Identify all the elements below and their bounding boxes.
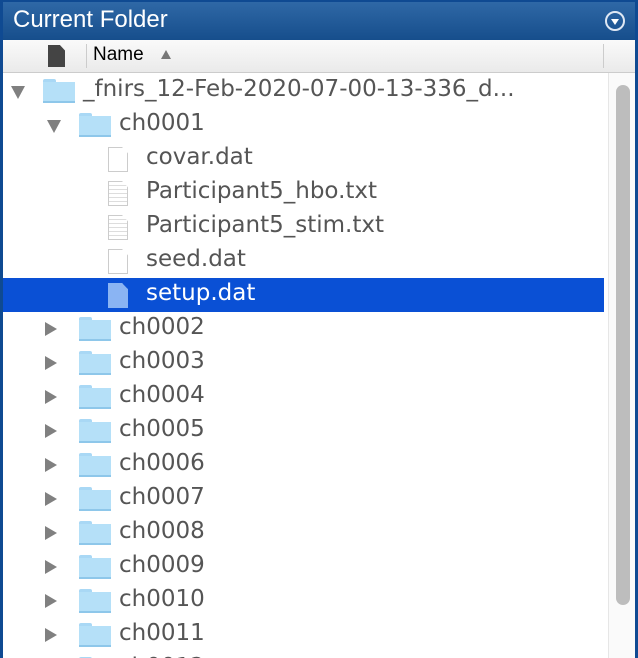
file-row[interactable]: Participant5_hbo.txt: [3, 176, 604, 210]
item-name: ch0010: [119, 586, 205, 612]
item-name: covar.dat: [146, 144, 253, 170]
item-name: ch0005: [119, 416, 205, 442]
folder-row[interactable]: _fnirs_12-Feb-2020-07-00-13-336_d...: [3, 74, 604, 108]
collapsed-arrow-icon[interactable]: [45, 424, 57, 438]
panel-title: Current Folder: [13, 6, 168, 33]
item-name: seed.dat: [146, 246, 246, 272]
folder-icon: [79, 521, 111, 545]
collapsed-arrow-icon[interactable]: [45, 526, 57, 540]
file-tree: ch0012 ch0011 ch0010 ch0009 ch0008 ch0007 ch00…: [3, 73, 635, 658]
text-file-icon: [108, 181, 128, 206]
collapsed-arrow-icon[interactable]: [45, 628, 57, 642]
item-name: ch0008: [119, 518, 205, 544]
collapsed-arrow-icon[interactable]: [45, 594, 57, 608]
sort-ascending-icon: [161, 50, 171, 59]
item-name: ch0004: [119, 382, 205, 408]
folder-row[interactable]: ch0009: [3, 550, 604, 584]
file-row[interactable]: seed.dat: [3, 244, 604, 278]
folder-row[interactable]: ch0002: [3, 312, 604, 346]
expanded-arrow-icon[interactable]: [47, 120, 61, 133]
expanded-arrow-icon[interactable]: [11, 86, 25, 99]
vertical-scrollbar[interactable]: [608, 73, 635, 658]
item-name: ch0003: [119, 348, 205, 374]
item-name: ch0012: [119, 654, 205, 658]
item-name: ch0002: [119, 314, 205, 340]
file-icon: [108, 283, 128, 308]
item-name: Participant5_stim.txt: [146, 212, 385, 238]
item-name: ch0001: [119, 110, 205, 136]
scrollbar-thumb[interactable]: [616, 85, 630, 605]
file-row[interactable]: Participant5_stim.txt: [3, 210, 604, 244]
collapsed-arrow-icon[interactable]: [45, 458, 57, 472]
folder-row[interactable]: ch0006: [3, 448, 604, 482]
folder-icon: [79, 487, 111, 511]
item-name: ch0011: [119, 620, 205, 646]
folder-row[interactable]: ch0012: [3, 652, 604, 658]
folder-icon: [79, 385, 111, 409]
folder-row[interactable]: ch0004: [3, 380, 604, 414]
folder-icon: [79, 555, 111, 579]
text-file-icon: [108, 215, 128, 240]
folder-row[interactable]: ch0011: [3, 618, 604, 652]
folder-icon: [79, 317, 111, 341]
folder-icon: [79, 351, 111, 375]
collapsed-arrow-icon[interactable]: [45, 560, 57, 574]
file-type-column-icon[interactable]: [48, 45, 65, 67]
name-column-header[interactable]: Name: [93, 44, 144, 66]
current-folder-panel: Current Folder Name ch0012ch0011ch0010ch…: [0, 0, 638, 658]
item-name: Participant5_hbo.txt: [146, 178, 378, 204]
item-name: ch0009: [119, 552, 205, 578]
folder-icon: [79, 453, 111, 477]
column-divider[interactable]: [86, 44, 87, 68]
folder-icon: [79, 113, 111, 137]
item-name: ch0007: [119, 484, 205, 510]
column-divider[interactable]: [603, 44, 604, 68]
collapsed-arrow-icon[interactable]: [45, 390, 57, 404]
folder-row[interactable]: ch0007: [3, 482, 604, 516]
item-name: _fnirs_12-Feb-2020-07-00-13-336_d...: [83, 76, 515, 102]
folder-row[interactable]: ch0005: [3, 414, 604, 448]
folder-row[interactable]: ch0010: [3, 584, 604, 618]
collapsed-arrow-icon[interactable]: [45, 492, 57, 506]
folder-row[interactable]: ch0008: [3, 516, 604, 550]
folder-icon: [79, 419, 111, 443]
column-header: Name: [3, 40, 635, 73]
file-row[interactable]: setup.dat: [3, 278, 604, 312]
panel-titlebar: Current Folder: [3, 2, 635, 40]
folder-icon: [79, 589, 111, 613]
panel-menu-icon[interactable]: [605, 11, 625, 31]
file-icon: [108, 147, 128, 172]
item-name: ch0006: [119, 450, 205, 476]
folder-row[interactable]: ch0001: [3, 108, 604, 142]
folder-row[interactable]: ch0003: [3, 346, 604, 380]
folder-icon: [43, 79, 75, 103]
collapsed-arrow-icon[interactable]: [45, 322, 57, 336]
folder-icon: [79, 623, 111, 647]
collapsed-arrow-icon[interactable]: [45, 356, 57, 370]
item-name: setup.dat: [146, 280, 256, 306]
file-row[interactable]: covar.dat: [3, 142, 604, 176]
file-icon: [108, 249, 128, 274]
